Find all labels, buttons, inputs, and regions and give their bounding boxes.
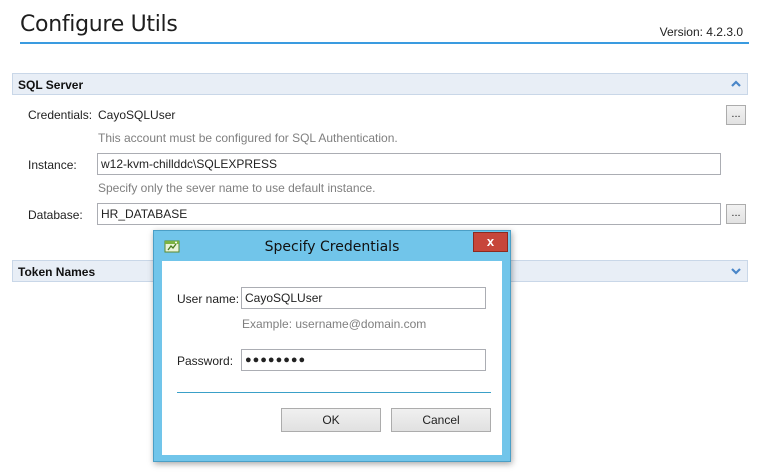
chevron-up-icon[interactable] [731,79,741,89]
dialog-separator [177,392,491,393]
token-names-section-title: Token Names [18,265,96,279]
version-label: Version: 4.2.3.0 [659,25,743,39]
chevron-down-icon[interactable] [731,266,741,276]
dialog-titlebar[interactable]: Specify Credentials x [154,231,510,261]
sql-server-section-title: SQL Server [18,78,84,92]
credentials-label: Credentials: [28,108,93,122]
page-title: Configure Utils [20,12,178,37]
close-button[interactable]: x [473,232,508,252]
instance-hint: Specify only the sever name to use defau… [98,181,376,195]
specify-credentials-dialog: Specify Credentials x User name: Example… [153,230,511,462]
credentials-hint: This account must be configured for SQL … [98,131,398,145]
credentials-browse-button[interactable]: ... [726,105,746,125]
title-underline [20,42,749,44]
instance-label: Instance: [28,158,77,172]
database-browse-button[interactable]: ... [726,204,746,224]
username-hint: Example: username@domain.com [242,317,427,331]
dialog-body: User name: Example: username@domain.com … [162,261,502,455]
password-input[interactable] [241,349,486,371]
password-label: Password: [177,354,234,368]
ok-button[interactable]: OK [281,408,381,432]
dialog-title: Specify Credentials [264,239,400,255]
instance-input[interactable] [97,153,721,175]
username-input[interactable] [241,287,486,309]
cancel-button[interactable]: Cancel [391,408,491,432]
database-label: Database: [28,208,83,222]
sql-server-section-header[interactable]: SQL Server [12,73,748,95]
username-label: User name: [177,292,240,306]
database-input[interactable] [97,203,721,225]
credentials-value: CayoSQLUser [98,108,176,122]
